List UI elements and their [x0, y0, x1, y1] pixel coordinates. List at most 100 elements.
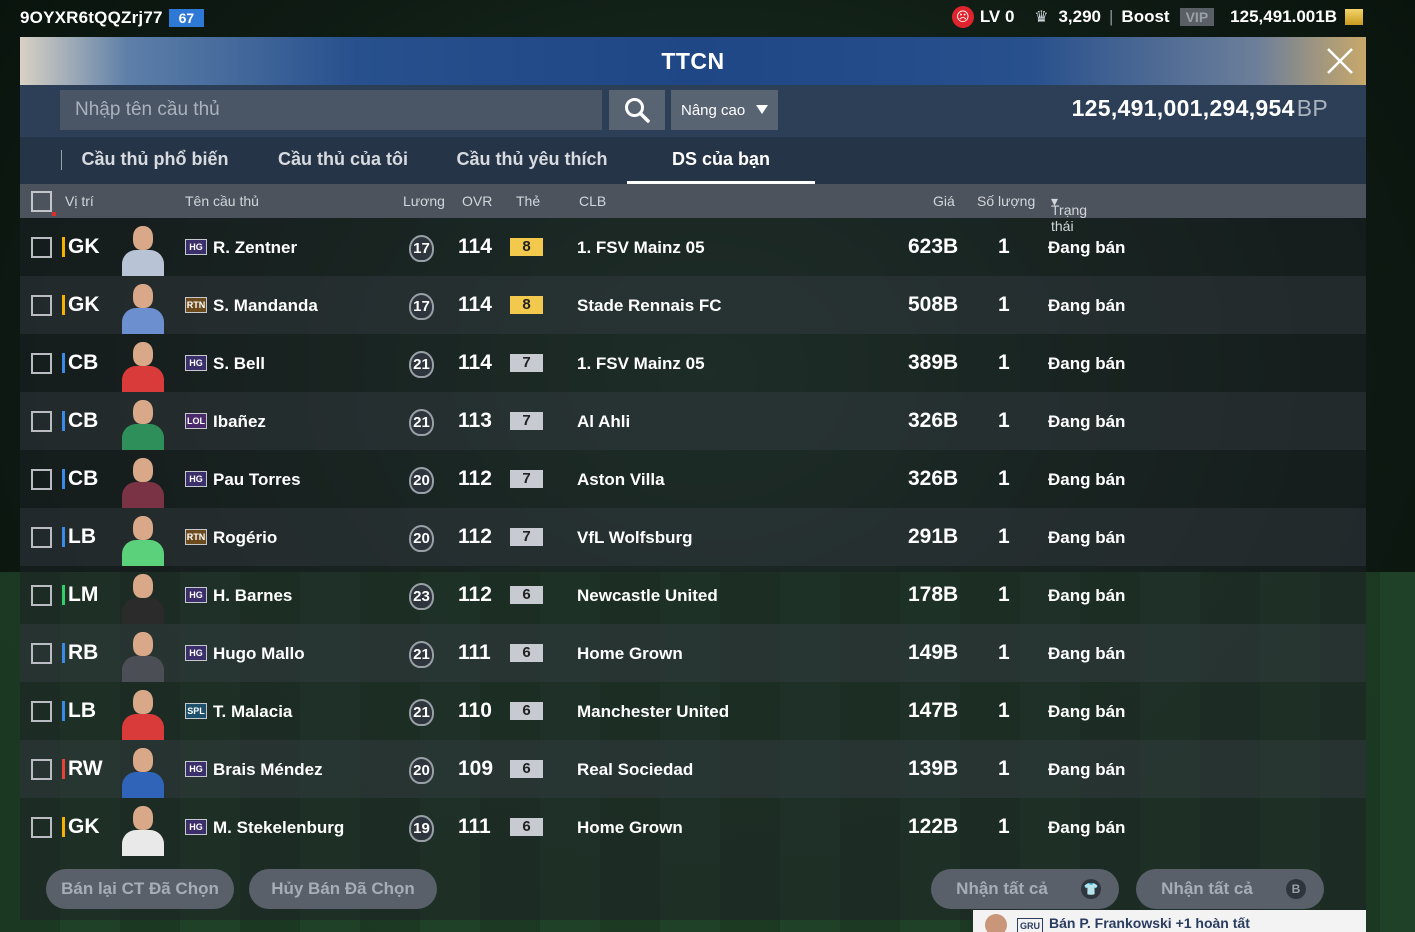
listing-status: Đang bán [1048, 644, 1126, 663]
player-row[interactable]: LM HG H. Barnes 23 112 6 Newcastle United 178B 1… [20, 566, 1366, 624]
tab-your-listings[interactable]: DS của bạn [627, 137, 815, 184]
player-row[interactable]: CB HG S. Bell 21 114 7 1. FSV Mainz 05 389B 1 Đan… [20, 334, 1366, 392]
player-position: RB [62, 641, 98, 665]
notification-toast: GRU Bán P. Frankowski +1 hoàn tất [973, 910, 1366, 932]
player-price: 178B [908, 583, 959, 606]
row-checkbox[interactable] [31, 237, 52, 258]
player-row[interactable]: GK HG R. Zentner 17 114 8 1. FSV Mainz 05 623B 1… [20, 218, 1366, 276]
player-name: Pau Torres [213, 470, 301, 489]
status-right: ☹ LV 0 ♛ 3,290 | Boost VIP 125,491.001B [951, 6, 1363, 28]
row-checkbox[interactable] [31, 643, 52, 664]
listing-status: Đang bán [1048, 818, 1126, 837]
cancel-selected-button[interactable]: Hủy Bán Đã Chọn [249, 869, 437, 909]
player-position: LB [62, 525, 96, 549]
grade-badge: 6 [510, 586, 543, 604]
resell-selected-button[interactable]: Bán lại CT Đã Chọn [46, 869, 234, 909]
player-avatar [116, 280, 170, 334]
collect-all-coins-button[interactable]: Nhận tất cả B [1136, 869, 1324, 909]
row-checkbox[interactable] [31, 585, 52, 606]
player-position: CB [62, 409, 98, 433]
tab-favorite-players[interactable]: Cầu thủ yêu thích [452, 137, 612, 184]
row-checkbox[interactable] [31, 817, 52, 838]
player-ovr: 111 [458, 641, 491, 664]
salary-badge: 19 [409, 815, 434, 842]
player-avatar [116, 338, 170, 392]
col-name: Tên cầu thủ [185, 193, 259, 209]
player-price: 122B [908, 815, 959, 838]
listing-status: Đang bán [1048, 702, 1126, 721]
season-badge: RTN [185, 297, 207, 313]
close-button[interactable] [1322, 43, 1358, 79]
player-club: Home Grown [577, 818, 683, 837]
grade-badge: 7 [510, 528, 543, 546]
player-price: 291B [908, 525, 959, 548]
season-badge: HG [185, 355, 207, 371]
player-club: Aston Villa [577, 470, 665, 489]
player-position: CB [62, 467, 98, 491]
row-checkbox[interactable] [31, 353, 52, 374]
player-avatar [116, 222, 170, 276]
vip-tag[interactable]: VIP [1179, 8, 1215, 26]
tabs-row: Cầu thủ phổ biến Cầu thủ của tôi Cầu thủ… [20, 137, 1366, 184]
search-input[interactable] [60, 90, 602, 130]
player-avatar [116, 744, 170, 798]
trophy-icon: ♛ [1034, 9, 1049, 26]
coins-icon [1345, 9, 1363, 25]
player-row[interactable]: GK HG M. Stekelenburg 19 111 6 Home Grown 122B 1… [20, 798, 1366, 856]
player-row[interactable]: CB LOL Ibañez 21 113 7 Al Ahli 326B 1 Đang bán [20, 392, 1366, 450]
player-position: CB [62, 351, 98, 375]
grade-badge: 8 [510, 238, 543, 256]
player-position: GK [62, 815, 100, 839]
tab-popular-players[interactable]: Cầu thủ phổ biến [78, 137, 232, 184]
bp-amount-value: 125,491,001,294,954 [1071, 95, 1295, 121]
season-badge: HG [185, 819, 207, 835]
player-quantity: 1 [998, 757, 1010, 780]
player-row[interactable]: LB RTN Rogério 20 112 7 VfL Wolfsburg 291B 1 Đang… [20, 508, 1366, 566]
select-all-checkbox[interactable] [31, 191, 56, 216]
player-row[interactable]: RW HG Brais Méndez 20 109 6 Real Sociedad 139B 1… [20, 740, 1366, 798]
player-name: T. Malacia [213, 702, 293, 721]
player-name: S. Mandanda [213, 296, 318, 315]
grade-badge: 8 [510, 296, 543, 314]
row-checkbox[interactable] [31, 527, 52, 548]
search-button[interactable] [609, 90, 665, 130]
salary-badge: 17 [409, 293, 434, 320]
col-status-sort[interactable]: Trạng thái ▾ [1051, 193, 1087, 234]
col-club: CLB [579, 193, 607, 209]
player-ovr: 111 [458, 815, 491, 838]
player-row[interactable]: CB HG Pau Torres 20 112 7 Aston Villa 326B 1 Đang… [20, 450, 1366, 508]
player-row[interactable]: GK RTN S. Mandanda 17 114 8 Stade Rennais FC 50… [20, 276, 1366, 334]
player-price: 389B [908, 351, 959, 374]
lv-label: LV 0 [979, 7, 1015, 26]
row-checkbox[interactable] [31, 411, 52, 432]
player-quantity: 1 [998, 351, 1010, 374]
salary-badge: 20 [409, 467, 434, 494]
bp-balance: 125,491.001B [1230, 7, 1337, 26]
bp-amount: 125,491,001,294,954BP [1072, 95, 1328, 122]
player-avatar [116, 686, 170, 740]
player-quantity: 1 [998, 467, 1010, 490]
salary-badge: 21 [409, 351, 434, 378]
player-row[interactable]: RB HG Hugo Mallo 21 111 6 Home Grown 149B 1 Đang … [20, 624, 1366, 682]
col-ovr: OVR [462, 193, 493, 209]
collect-all-players-label: Nhận tất cả [956, 879, 1048, 898]
season-badge: RTN [185, 529, 207, 545]
listing-status: Đang bán [1048, 760, 1126, 779]
sad-face-icon: ☹ [951, 6, 974, 28]
row-checkbox[interactable] [31, 469, 52, 490]
player-price: 147B [908, 699, 959, 722]
jersey-icon: 👕 [1081, 879, 1101, 899]
tab-my-players[interactable]: Cầu thủ của tôi [273, 137, 413, 184]
player-ovr: 114 [458, 235, 492, 258]
grade-badge: 7 [510, 470, 543, 488]
row-checkbox[interactable] [31, 295, 52, 316]
advanced-filter-dropdown[interactable]: Nâng cao [671, 90, 778, 130]
row-checkbox[interactable] [31, 759, 52, 780]
status-bar: 9OYXR6tQQZrj77 67 ☹ LV 0 ♛ 3,290 | Boost… [0, 0, 1415, 36]
user-level-badge: 67 [168, 9, 205, 27]
boost-label[interactable]: Boost [1121, 7, 1169, 27]
transfer-market-panel: TTCN Nâng cao 125,491,001,294,954BP Cầu … [20, 37, 1366, 920]
player-row[interactable]: LB SPL T. Malacia 21 110 6 Manchester United 14… [20, 682, 1366, 740]
row-checkbox[interactable] [31, 701, 52, 722]
collect-all-players-button[interactable]: Nhận tất cả 👕 [931, 869, 1119, 909]
